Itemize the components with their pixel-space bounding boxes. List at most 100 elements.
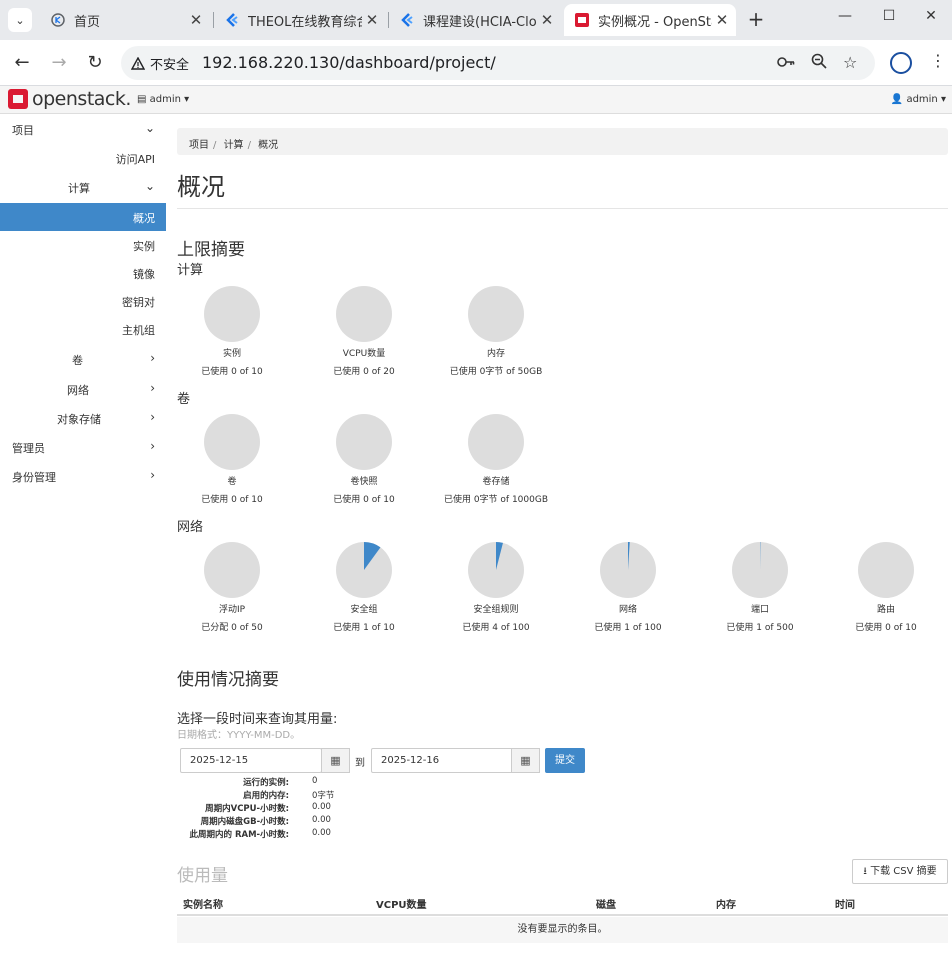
browser-menu-icon[interactable]: ⋮ xyxy=(930,51,946,70)
pie-label: 浮动IP xyxy=(218,605,246,615)
sidebar-item-network[interactable]: 网络 › xyxy=(0,375,166,403)
pie-chart xyxy=(468,414,524,470)
user-menu[interactable]: 👤 admin ▾ xyxy=(891,94,946,105)
browser-tab-theol[interactable]: THEOL在线教育综合 ✕ xyxy=(214,4,386,36)
bookmark-star-icon[interactable]: ☆ xyxy=(843,53,857,72)
reload-button[interactable]: ↻ xyxy=(82,50,108,76)
sidebar-item-overview[interactable]: 概况 xyxy=(0,203,166,231)
pie-label: 卷快照 xyxy=(350,477,378,487)
browser-tab-course[interactable]: 课程建设(HCIA-Clo ✕ xyxy=(389,4,561,36)
pie-usage: 已使用 0 of 10 xyxy=(333,495,395,505)
close-tab-icon[interactable]: ✕ xyxy=(186,11,206,29)
browser-tab-home[interactable]: 首页 ✕ xyxy=(40,4,210,36)
pie-background xyxy=(336,286,392,342)
url-text[interactable]: 192.168.220.130/dashboard/project/ xyxy=(202,53,496,72)
column-header[interactable]: 磁盘 xyxy=(596,896,616,911)
security-indicator[interactable]: 不安全 xyxy=(131,54,189,73)
pie-usage: 已使用 4 of 100 xyxy=(462,623,530,633)
project-selector[interactable]: ▤ admin ▾ xyxy=(137,94,189,105)
download-icon: ⭳ xyxy=(863,866,867,877)
minimize-button[interactable]: — xyxy=(822,8,868,24)
browser-tab-overview[interactable]: 实例概况 - OpenSta ✕ xyxy=(564,4,736,36)
pie-label: 安全组 xyxy=(350,605,378,615)
browser-toolbar: ← → ↻ 不安全 192.168.220.130/dashboard/proj… xyxy=(0,40,952,86)
chevron-down-icon: ⌄ xyxy=(144,121,155,135)
openstack-navbar: openstack. ▤ admin ▾ 👤 admin ▾ xyxy=(0,86,952,114)
sidebar-item-volumes[interactable]: 卷 › xyxy=(0,345,166,373)
date-range-label: 选择一段时间来查询其用量: xyxy=(177,712,338,727)
close-tab-icon[interactable]: ✕ xyxy=(712,11,732,29)
chevron-down-icon: ⌄ xyxy=(15,13,25,27)
sidebar-item-label: 镜像 xyxy=(133,268,155,281)
new-tab-button[interactable]: + xyxy=(744,8,768,32)
limit-pie-security-group-rules: 安全组规则 已使用 4 of 100 xyxy=(430,541,562,633)
address-bar[interactable]: 不安全 192.168.220.130/dashboard/project/ ☆ xyxy=(121,46,875,80)
pie-background xyxy=(858,542,914,598)
close-icon: ✕ xyxy=(925,8,937,24)
plus-icon: + xyxy=(747,7,765,31)
usage-table-header: 实例名称 VCPU数量 磁盘 内存 时间 xyxy=(177,890,948,916)
sidebar-item-object-store[interactable]: 对象存储 › xyxy=(0,404,166,432)
pie-chart xyxy=(858,542,914,598)
submit-button[interactable]: 提交 xyxy=(545,748,585,773)
stat-running-instances: 运行的实例: 0 xyxy=(177,776,377,789)
stat-value: 0.00 xyxy=(312,828,331,838)
column-header[interactable]: 内存 xyxy=(716,896,736,911)
close-tab-icon[interactable]: ✕ xyxy=(537,11,557,29)
sidebar-item-compute[interactable]: 计算 ⌄ xyxy=(0,173,166,201)
openstack-logo-icon xyxy=(8,89,28,109)
start-date-input[interactable]: 2025-12-15 xyxy=(180,748,322,773)
divider xyxy=(177,208,948,209)
user-icon: 👤 xyxy=(890,94,904,105)
limit-pie-volume-storage: 卷存储 已使用 0字节 of 1000GB xyxy=(430,413,562,505)
sidebar-item-label: 网络 xyxy=(67,384,89,397)
maximize-button[interactable]: ☐ xyxy=(866,8,912,24)
column-header[interactable]: 时间 xyxy=(835,896,855,911)
sidebar-item-label: 计算 xyxy=(68,182,90,195)
column-header[interactable]: 实例名称 xyxy=(183,896,223,911)
caret-down-icon: ▾ xyxy=(940,94,946,105)
limit-pie-networks: 网络 已使用 1 of 100 xyxy=(562,541,694,633)
sidebar-item-identity[interactable]: 身份管理 › xyxy=(0,462,166,490)
tab-title: 首页 xyxy=(74,14,101,30)
sidebar-item-admin[interactable]: 管理员 › xyxy=(0,433,166,461)
end-date-calendar-button[interactable]: ▦ xyxy=(511,748,540,773)
sidebar-item-project[interactable]: 项目 ⌄ xyxy=(0,115,166,143)
chevron-right-icon: › xyxy=(150,439,155,453)
sidebar-item-images[interactable]: 镜像 xyxy=(0,259,166,287)
column-header[interactable]: VCPU数量 xyxy=(376,896,427,911)
stat-label: 此周期内的 RAM-小时数: xyxy=(189,830,289,840)
usage-table-title: 使用量 xyxy=(177,866,228,886)
end-date-input[interactable]: 2025-12-16 xyxy=(371,748,513,773)
arrow-right-icon: → xyxy=(51,52,67,73)
pie-label: 卷存储 xyxy=(482,477,510,487)
breadcrumb-compute[interactable]: 计算 xyxy=(224,140,244,151)
limit-pie-instances: 实例 已使用 0 of 10 xyxy=(166,285,298,377)
stat-active-ram: 启用的内存: 0字节 xyxy=(177,789,377,802)
pie-chart xyxy=(336,414,392,470)
sidebar-item-key-pairs[interactable]: 密钥对 xyxy=(0,287,166,315)
profile-avatar-icon[interactable] xyxy=(890,52,912,74)
pie-label: 路由 xyxy=(876,605,895,615)
zoom-icon[interactable] xyxy=(811,53,827,73)
openstack-logo[interactable]: openstack. xyxy=(8,88,131,110)
breadcrumb-project[interactable]: 项目 xyxy=(189,140,209,151)
pie-background xyxy=(204,286,260,342)
sidebar-item-label: 主机组 xyxy=(122,324,155,337)
sidebar-item-label: 实例 xyxy=(133,240,155,253)
start-date-calendar-button[interactable]: ▦ xyxy=(321,748,350,773)
tab-search-button[interactable]: ⌄ xyxy=(8,8,32,32)
calendar-icon: ▦ xyxy=(330,754,341,767)
date-format-help: 日期格式：YYYY-MM-DD。 xyxy=(177,730,301,741)
download-csv-button[interactable]: ⭳ 下载 CSV 摘要 xyxy=(852,859,948,884)
password-key-icon[interactable] xyxy=(777,53,795,72)
sidebar-item-server-groups[interactable]: 主机组 xyxy=(0,315,166,343)
sidebar-item-instances[interactable]: 实例 xyxy=(0,231,166,259)
openstack-logo-text: openstack. xyxy=(32,88,131,110)
close-tab-icon[interactable]: ✕ xyxy=(362,11,382,29)
back-button[interactable]: ← xyxy=(9,50,35,76)
sidebar-item-api-access[interactable]: 访问API xyxy=(0,144,166,172)
forward-button[interactable]: → xyxy=(46,50,72,76)
pie-usage: 已使用 1 of 100 xyxy=(594,623,662,633)
close-window-button[interactable]: ✕ xyxy=(908,8,952,24)
